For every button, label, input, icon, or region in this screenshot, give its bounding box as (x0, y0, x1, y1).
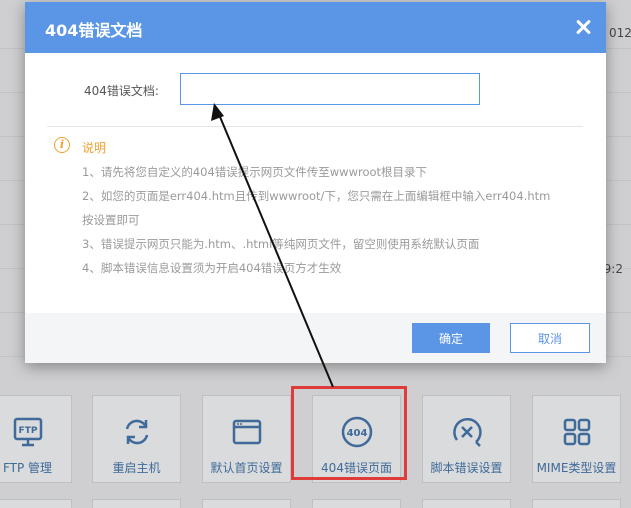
confirm-button[interactable]: 确定 (412, 323, 490, 353)
note-line: 按设置即可 (82, 213, 140, 227)
cancel-button[interactable]: 取消 (510, 323, 590, 353)
annotation-highlight-box (291, 386, 407, 480)
dialog-header: 404错误文档 (25, 2, 606, 53)
note-line: 1、请先将您自定义的404错误提示网页文件传至wwwroot根目录下 (82, 165, 428, 179)
note-line: 4、脚本错误信息设置须为开启404错误页方才生效 (82, 261, 342, 275)
dialog-title: 404错误文档 (45, 21, 143, 40)
note-line: 2、如您的页面是err404.htm且传到wwwroot/下，您只需在上面编辑框… (82, 189, 551, 203)
field-label: 404错误文档: (84, 84, 159, 98)
error-document-input[interactable] (180, 73, 480, 105)
note-line: 3、错误提示网页只能为.htm、.html等纯网页文件，留空则使用系统默认页面 (82, 237, 480, 251)
close-icon[interactable] (572, 16, 594, 38)
notes-title: 说明 (82, 141, 107, 155)
divider (47, 126, 583, 127)
dialog-footer: 确定 取消 (25, 313, 606, 363)
info-icon: i (54, 137, 70, 153)
error-404-dialog: 404错误文档 404错误文档: i 说明 1、请先将您自定义的404错误提示网… (25, 2, 606, 363)
